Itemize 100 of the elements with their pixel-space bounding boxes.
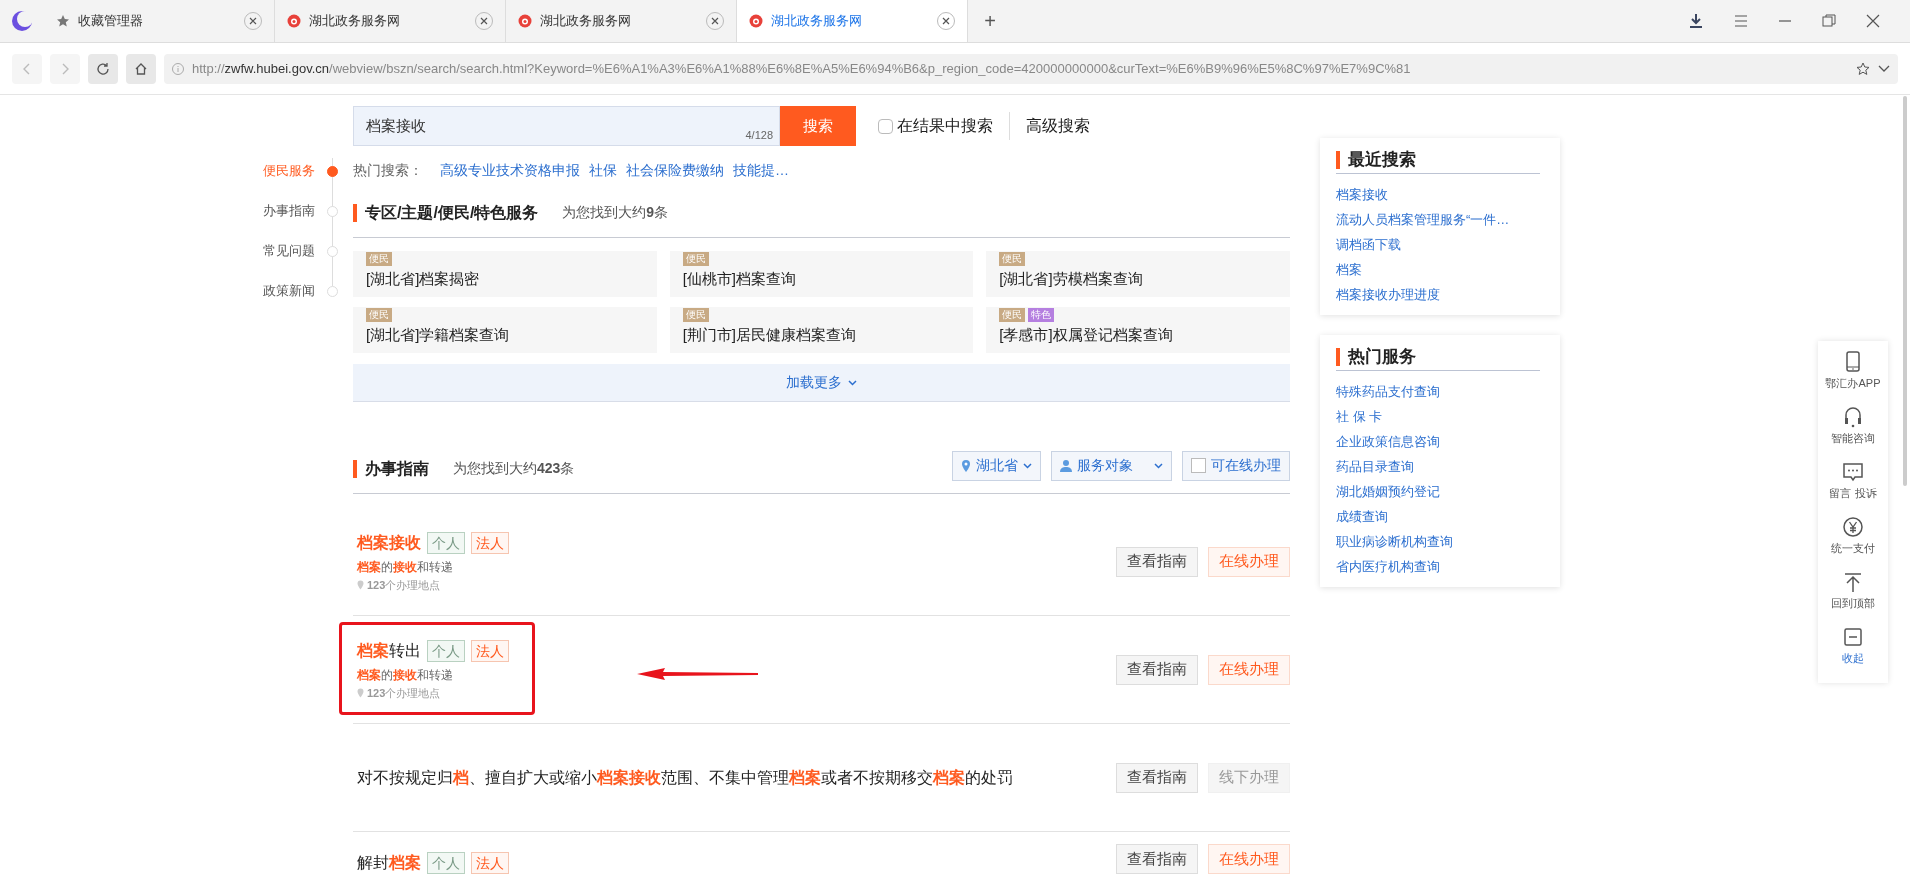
- audience-tag: 法人: [471, 531, 509, 554]
- panel-link[interactable]: 特殊药品支付查询: [1336, 379, 1544, 404]
- view-guide-button[interactable]: 查看指南: [1116, 546, 1198, 577]
- hot-search-link[interactable]: 社会保险费缴纳: [626, 159, 724, 181]
- accent-bar: [353, 459, 357, 478]
- panel-link[interactable]: 省内医疗机构查询: [1336, 554, 1544, 579]
- view-guide-button[interactable]: 查看指南: [1116, 762, 1198, 793]
- advanced-search-link[interactable]: 高级搜索: [1026, 114, 1090, 138]
- chevron-down-icon: [1023, 462, 1032, 469]
- browser-tab[interactable]: 湖北政务服务网: [275, 0, 506, 42]
- search-button[interactable]: 搜索: [780, 106, 856, 146]
- chat-bubble-icon: [1842, 461, 1864, 483]
- result-count: 为您找到大约9条: [562, 203, 669, 222]
- section-title: 专区/主题/便民/特色服务: [365, 202, 539, 223]
- person-icon: [1060, 459, 1072, 472]
- float-bar-button[interactable]: 鄂汇办APP: [1825, 351, 1881, 398]
- home-button[interactable]: [126, 53, 156, 84]
- filter-dropdown[interactable]: 湖北省: [952, 450, 1041, 481]
- reload-button[interactable]: [88, 53, 118, 84]
- service-card[interactable]: 便民 [仙桃市]档案查询: [669, 251, 974, 297]
- online-filter-checkbox[interactable]: 可在线办理: [1182, 450, 1290, 481]
- service-title[interactable]: 档案接收: [357, 529, 421, 556]
- info-icon: [172, 62, 184, 75]
- panel-link[interactable]: 档案接收办理进度: [1336, 282, 1544, 307]
- chevron-down-icon: [1878, 64, 1890, 73]
- float-bar-button[interactable]: 统一支付: [1831, 516, 1875, 563]
- panel-link[interactable]: 企业政策信息咨询: [1336, 429, 1544, 454]
- site-logo-icon: [518, 13, 532, 28]
- panel-link[interactable]: 流动人员档案管理服务“一件…: [1336, 207, 1544, 232]
- panel-link[interactable]: 成绩查询: [1336, 504, 1544, 529]
- close-icon: [942, 16, 950, 25]
- location-pin-icon: [357, 688, 364, 698]
- star-icon: [56, 13, 70, 28]
- category-tag: 便民: [366, 252, 392, 266]
- hot-search-link[interactable]: 高级专业技术资格申报: [440, 159, 580, 181]
- audience-tag: 个人: [427, 531, 465, 554]
- search-field[interactable]: 档案接收 4/128: [353, 106, 780, 146]
- panel-title: 最近搜索: [1348, 148, 1416, 171]
- location-pin-icon: [961, 458, 971, 473]
- category-tag: 便民: [366, 308, 392, 322]
- audience-tag: 法人: [471, 639, 509, 662]
- audience-tag: 个人: [427, 639, 465, 662]
- filter-dropdown[interactable]: 服务对象: [1051, 450, 1172, 481]
- float-bar-button[interactable]: 收起: [1842, 626, 1864, 673]
- character-counter: 4/128: [745, 127, 773, 143]
- service-card[interactable]: 便民 [湖北省]劳模档案查询: [986, 251, 1290, 297]
- float-bar-button[interactable]: 回到顶部: [1831, 571, 1875, 618]
- browser-tab[interactable]: 湖北政务服务网: [737, 0, 968, 42]
- headset-icon: [1842, 406, 1864, 428]
- view-guide-button[interactable]: 查看指南: [1116, 654, 1198, 685]
- panel-link[interactable]: 药品目录查询: [1336, 454, 1544, 479]
- service-card[interactable]: 便民 特色 [孝感市]权属登记档案查询: [986, 307, 1290, 353]
- panel-link[interactable]: 社 保 卡: [1336, 404, 1544, 429]
- chevron-down-icon: [848, 379, 857, 386]
- hot-search-label: 热门搜索：: [353, 160, 423, 180]
- view-guide-button[interactable]: 查看指南: [1116, 844, 1198, 874]
- new-tab-button[interactable]: +: [968, 0, 1012, 42]
- apply-button[interactable]: 在线办理: [1208, 546, 1290, 577]
- side-nav-item[interactable]: 办事指南: [263, 201, 323, 221]
- side-nav-item[interactable]: 政策新闻: [263, 281, 323, 301]
- service-card[interactable]: 便民 [荆门市]居民健康档案查询: [669, 307, 974, 353]
- side-nav-item[interactable]: 常见问题: [263, 241, 323, 261]
- float-bar-button[interactable]: 留言 投诉: [1829, 461, 1877, 508]
- apply-button[interactable]: 在线办理: [1208, 844, 1290, 874]
- service-card[interactable]: 便民 [湖北省]档案揭密: [353, 251, 657, 297]
- panel-link[interactable]: 档案接收: [1336, 182, 1544, 207]
- close-icon: [249, 16, 257, 25]
- star-icon: [1856, 61, 1870, 76]
- service-card[interactable]: 便民 [湖北省]学籍档案查询: [353, 307, 657, 353]
- service-description: 档案的接收和转递: [357, 558, 453, 576]
- service-description: 档案的接收和转递: [357, 666, 453, 684]
- side-nav-item[interactable]: 便民服务: [263, 161, 323, 181]
- service-title[interactable]: 档案转出: [357, 637, 421, 664]
- chevron-down-icon: [1154, 462, 1163, 469]
- within-results-checkbox[interactable]: 在结果中搜索: [878, 114, 993, 138]
- audience-tag: 个人: [427, 852, 465, 874]
- service-title[interactable]: 对不按规定归档、擅自扩大或缩小档案接收范围、不集中管理档案或者不按期移交档案的处罚: [357, 764, 1013, 791]
- category-tag: 便民: [999, 252, 1026, 266]
- section-title: 办事指南: [365, 458, 429, 479]
- panel-link[interactable]: 湖北婚姻预约登记: [1336, 479, 1544, 504]
- panel-link[interactable]: 职业病诊断机构查询: [1336, 529, 1544, 554]
- card-title: [湖北省]档案揭密: [366, 269, 481, 289]
- panel-link[interactable]: 调档函下载: [1336, 232, 1544, 257]
- accent-bar: [353, 203, 357, 222]
- close-icon: [480, 16, 488, 25]
- service-title[interactable]: 解封档案: [357, 850, 421, 876]
- panel-link[interactable]: 档案: [1336, 257, 1544, 282]
- hot-search-link[interactable]: 社保: [589, 159, 617, 181]
- result-count: 为您找到大约423条: [453, 459, 575, 478]
- address-field[interactable]: http://zwfw.hubei.gov.cn/webview/bszn/search/search.html?Keyword=%E6%A1%A3%E6%A1%88%E6%8E%A5%E6%94%B6&p_region_code=420000000000&curText=%E6%B9%96%E5%8C%97%E7%9C%81: [164, 53, 1898, 84]
- scrollbar[interactable]: [1903, 96, 1907, 486]
- reload-icon: [96, 61, 110, 76]
- apply-button[interactable]: 在线办理: [1208, 654, 1290, 685]
- hot-search-link[interactable]: 技能提…: [733, 159, 789, 181]
- yen-icon: [1842, 516, 1864, 538]
- card-title: [荆门市]居民健康档案查询: [682, 325, 857, 345]
- category-tag: 便民: [682, 308, 709, 322]
- float-bar-button[interactable]: 智能咨询: [1831, 406, 1875, 453]
- load-more-button[interactable]: 加载更多: [353, 364, 1290, 402]
- browser-tab[interactable]: 收藏管理器: [44, 0, 275, 42]
